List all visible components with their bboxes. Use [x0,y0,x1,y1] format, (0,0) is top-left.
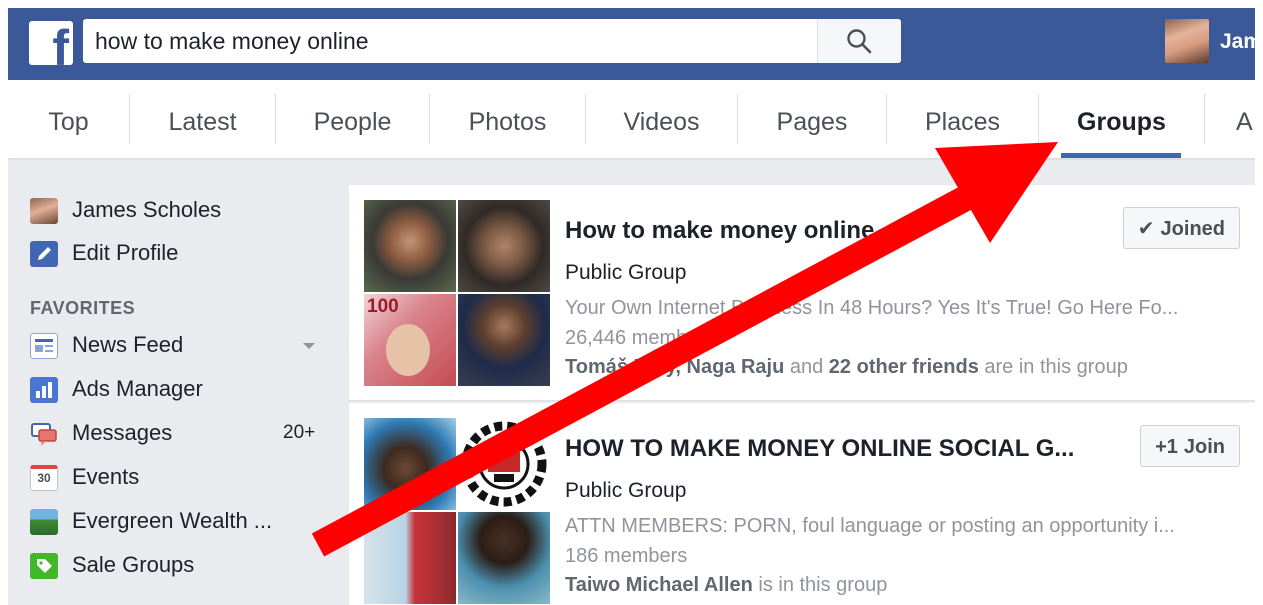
sidebar-item-label: Edit Profile [72,240,179,265]
sidebar-item-messages[interactable]: Messages 20+ [30,418,330,448]
member-photo [458,294,550,386]
sidebar-item-label: Sale Groups [72,552,195,577]
group-description: Your Own Internet Business In 48 Hours? … [565,297,1179,319]
tab-people[interactable]: People [276,80,429,158]
button-label: Joined [1160,218,1225,240]
search-result-tabs: Top Latest People Photos Videos Pages Pl… [8,80,1255,160]
calendar-day-number: 30 [37,471,51,485]
joined-button[interactable]: ✔ Joined [1122,207,1240,249]
member-photo [458,418,550,510]
sidebar-item-label: Ads Manager [72,376,203,401]
tab-photos[interactable]: Photos [430,80,585,158]
sidebar-item-label: News Feed [72,332,184,357]
news-feed-icon [30,333,58,359]
avatar [30,198,58,224]
tag-icon [30,553,58,579]
messages-count-badge: 20+ [283,422,316,443]
search-box [83,19,901,63]
member-photo [458,200,550,292]
other-friends-link[interactable]: 22 other friends [829,356,979,378]
member-photo [364,512,456,604]
top-navigation-bar: f Jam [8,8,1262,80]
group-cover-collage[interactable] [364,418,550,604]
search-button[interactable] [817,19,901,63]
profile-avatar[interactable] [1165,19,1209,63]
pencil-icon [30,241,58,267]
group-description: ATTN MEMBERS: PORN, foul language or pos… [565,515,1175,537]
group-privacy-type: Public Group [565,479,687,502]
friends-tail: is in this group [752,574,888,596]
tab-latest[interactable]: Latest [130,80,275,158]
search-icon [847,29,872,54]
group-friends-text: Taiwo Michael Allen is in this group [565,574,887,597]
tab-groups[interactable]: Groups [1039,80,1204,158]
search-input[interactable] [83,19,813,63]
group-icon [30,509,58,535]
button-label: Join [1183,436,1225,458]
group-result-card[interactable]: HOW TO MAKE MONEY ONLINE SOCIAL G... Pub… [349,403,1255,605]
sidebar-item-label: Events [72,464,140,489]
checkmark-icon: ✔ [1137,218,1155,240]
sidebar-item-news-feed[interactable]: News Feed [30,330,320,360]
plus-one-icon: +1 [1155,436,1178,458]
group-member-count: 26,446 members [565,327,716,349]
chevron-down-icon[interactable] [303,343,315,349]
profile-name-link[interactable]: Jam [1220,30,1262,54]
group-title-link[interactable]: HOW TO MAKE MONEY ONLINE SOCIAL G... [565,435,1074,463]
banknote-text: 100 [367,296,399,317]
active-tab-indicator [1061,153,1181,158]
messages-icon [30,421,58,447]
join-button[interactable]: +1 Join [1140,425,1240,467]
sidebar-item-label: James Scholes [72,197,222,222]
group-result-card[interactable]: 100 How to make money online Public Grou… [349,185,1255,401]
search-results: 100 How to make money online Public Grou… [348,160,1255,605]
friend-names[interactable]: Taiwo Michael Allen [565,574,753,596]
group-member-count: 186 members [565,545,688,567]
favorites-heading: FAVORITES [30,298,136,318]
tab-pages[interactable]: Pages [738,80,886,158]
friends-tail: are in this group [978,356,1128,378]
tab-top[interactable]: Top [8,80,129,158]
emblem-icon [461,421,547,507]
group-privacy-type: Public Group [565,261,687,284]
member-face [386,324,430,376]
sidebar-item-label: Messages [72,420,173,445]
calendar-icon: 30 [30,465,58,491]
member-photo [364,200,456,292]
sidebar-item-label: Evergreen Wealth ... [72,508,273,533]
member-photo [458,512,550,604]
group-cover-collage[interactable]: 100 [364,200,550,386]
member-photo: 100 [364,294,456,386]
group-friends-text: Tomáš Koly, Naga Raju and 22 other frien… [565,356,1128,379]
tab-places[interactable]: Places [887,80,1038,158]
member-photo [364,418,456,510]
group-title-link[interactable]: How to make money online [565,217,874,245]
friend-names[interactable]: Tomáš Koly, Naga Raju [565,356,784,378]
left-sidebar: James Scholes Edit Profile FAVORITES New… [8,160,348,605]
tab-divider [1204,94,1205,144]
friends-connector: and [784,356,829,378]
tab-videos[interactable]: Videos [586,80,737,158]
tab-overflow[interactable]: A [1236,80,1255,158]
ads-manager-icon [30,377,58,403]
facebook-logo-icon[interactable]: f [29,21,73,65]
